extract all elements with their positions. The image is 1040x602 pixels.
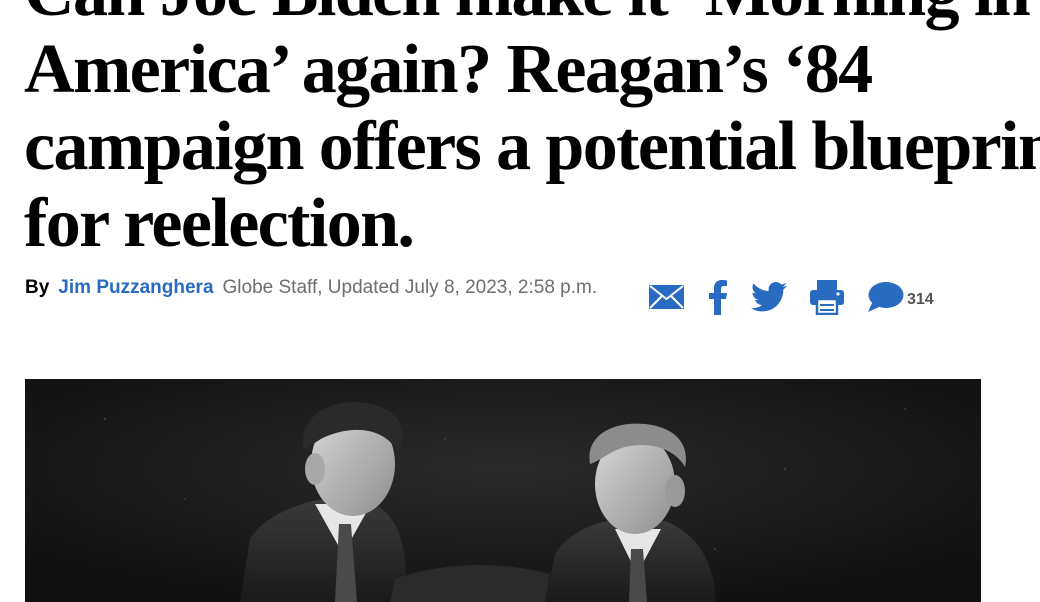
byline-by: By <box>25 277 50 298</box>
byline: By Jim Puzzanghera Globe Staff, Updated … <box>25 277 597 303</box>
comment-count: 314 <box>907 291 934 308</box>
author-link[interactable]: Jim Puzzanghera <box>58 277 213 299</box>
comment-icon <box>867 281 904 313</box>
headline-line: for reelection. <box>24 185 415 262</box>
article-photo <box>25 379 981 602</box>
article-headline: Can Joe Biden make it ‘Morning in Americ… <box>24 0 1040 262</box>
comments-button[interactable]: 314 <box>867 281 934 313</box>
headline-line: Can Joe Biden make it ‘Morning in <box>24 0 1031 31</box>
twitter-icon[interactable] <box>751 277 787 317</box>
headline-line: campaign offers a potential blueprint <box>24 108 1040 185</box>
byline-meta: Globe Staff, Updated July 8, 2023, 2:58 … <box>222 277 598 298</box>
share-toolbar: 314 <box>648 277 934 317</box>
facebook-icon[interactable] <box>707 277 729 317</box>
headline-line: America’ again? Reagan’s ‘84 <box>24 31 873 108</box>
photo-image <box>25 379 981 602</box>
email-icon[interactable] <box>648 277 685 317</box>
print-icon[interactable] <box>809 277 845 317</box>
